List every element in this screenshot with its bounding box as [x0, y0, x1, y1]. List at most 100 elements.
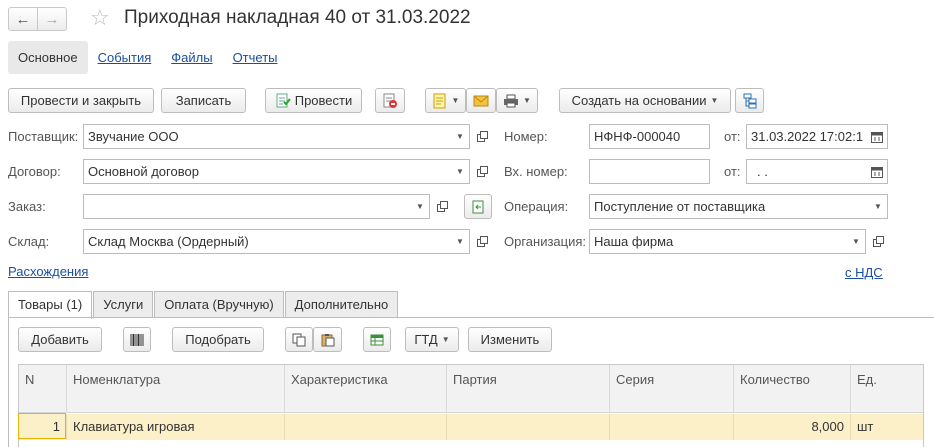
open-window-icon: [476, 131, 488, 142]
forward-button[interactable]: →: [37, 7, 67, 31]
column-header-characteristic[interactable]: Характеристика: [285, 365, 447, 413]
post-button-label: Провести: [294, 93, 353, 108]
post-button[interactable]: Провести: [265, 88, 362, 113]
operation-field[interactable]: Поступление от поставщика: [589, 194, 888, 219]
document-tabs: Товары (1) Услуги Оплата (Вручную) Допол…: [8, 291, 399, 319]
warehouse-dropdown[interactable]: ▼: [450, 229, 470, 254]
table-settings-button[interactable]: [363, 327, 391, 352]
order-open-button[interactable]: [432, 194, 452, 219]
cell-batch[interactable]: [447, 414, 610, 440]
cell-unit[interactable]: шт: [851, 414, 923, 440]
fill-document-icon: [471, 200, 485, 214]
cell-series[interactable]: [610, 414, 734, 440]
chevron-down-icon: ▼: [456, 132, 464, 141]
gtd-button[interactable]: ГТД ▼: [405, 327, 459, 352]
open-window-icon: [436, 201, 448, 212]
chevron-down-icon: ▼: [874, 202, 882, 211]
post-document-icon: [275, 93, 291, 109]
column-header-unit[interactable]: Ед.: [851, 365, 923, 413]
paste-button[interactable]: [313, 327, 342, 352]
change-button[interactable]: Изменить: [468, 327, 552, 352]
copy-button[interactable]: [285, 327, 313, 352]
send-email-button[interactable]: [466, 88, 496, 113]
contract-field[interactable]: Основной договор: [83, 159, 470, 184]
calendar-icon: [871, 166, 883, 178]
tab-payment[interactable]: Оплата (Вручную): [154, 291, 284, 318]
warehouse-field[interactable]: Склад Москва (Ордерный): [83, 229, 470, 254]
create-based-on-button[interactable]: Создать на основании ▼: [559, 88, 731, 113]
back-button[interactable]: ←: [8, 7, 38, 31]
favorite-star-icon[interactable]: ☆: [90, 6, 110, 30]
calendar-icon: [871, 131, 883, 143]
open-window-icon: [476, 166, 488, 177]
barcode-button[interactable]: [123, 327, 151, 352]
column-header-quantity[interactable]: Количество: [734, 365, 851, 413]
document-menu-button[interactable]: ▼: [425, 88, 466, 113]
section-tab-reports[interactable]: Отчеты: [223, 41, 288, 74]
supplier-field[interactable]: Звучание ООО: [83, 124, 470, 149]
organization-dropdown[interactable]: ▼: [846, 229, 866, 254]
table-green-icon: [370, 333, 384, 347]
vat-link[interactable]: с НДС: [845, 265, 883, 280]
order-label: Заказ:: [8, 199, 46, 214]
organization-field[interactable]: Наша фирма: [589, 229, 866, 254]
arrow-right-icon: →: [44, 10, 60, 28]
section-tab-files[interactable]: Файлы: [161, 41, 222, 74]
number-field[interactable]: НФНФ-000040: [589, 124, 710, 149]
table-empty-row: [19, 440, 923, 447]
warehouse-open-button[interactable]: [472, 229, 492, 254]
fill-from-order-button[interactable]: [464, 194, 492, 219]
cell-characteristic[interactable]: [285, 414, 447, 440]
organization-open-button[interactable]: [868, 229, 888, 254]
tab-goods[interactable]: Товары (1): [8, 291, 93, 319]
paste-icon: [321, 333, 335, 347]
tab-additional[interactable]: Дополнительно: [284, 291, 399, 318]
post-and-close-button[interactable]: Провести и закрыть: [8, 88, 154, 113]
cell-item[interactable]: Клавиатура игровая: [67, 414, 285, 440]
save-button[interactable]: Записать: [161, 88, 246, 113]
contract-dropdown[interactable]: ▼: [450, 159, 470, 184]
operation-label: Операция:: [504, 199, 569, 214]
in-number-field[interactable]: [589, 159, 710, 184]
column-header-batch[interactable]: Партия: [447, 365, 610, 413]
chevron-down-icon: ▼: [441, 335, 450, 344]
cell-quantity[interactable]: 8,000: [734, 414, 851, 440]
structure-button[interactable]: [735, 88, 764, 113]
create-based-on-label: Создать на основании: [571, 93, 707, 108]
table-header: N Номенклатура Характеристика Партия Сер…: [19, 365, 923, 413]
add-row-button[interactable]: Добавить: [18, 327, 102, 352]
operation-dropdown[interactable]: ▼: [868, 194, 888, 219]
cell-n[interactable]: 1: [19, 414, 67, 440]
section-tab-events[interactable]: События: [88, 41, 162, 74]
table-row[interactable]: 1 Клавиатура игровая 8,000 шт: [19, 414, 923, 440]
unpost-document-icon: [382, 93, 398, 109]
print-button[interactable]: ▼: [496, 88, 538, 113]
pick-button[interactable]: Подобрать: [172, 327, 264, 352]
supplier-label: Поставщик:: [8, 129, 79, 144]
unpost-button[interactable]: [375, 88, 405, 113]
date-calendar-button[interactable]: [867, 124, 887, 149]
open-window-icon: [476, 236, 488, 247]
chevron-down-icon: ▼: [456, 237, 464, 246]
column-header-item[interactable]: Номенклатура: [67, 365, 285, 413]
open-window-icon: [872, 236, 884, 247]
chevron-down-icon: ▼: [852, 237, 860, 246]
barcode-icon: [130, 333, 144, 346]
column-header-n[interactable]: N: [19, 365, 67, 413]
warehouse-label: Склад:: [8, 234, 50, 249]
discrepancies-link[interactable]: Расхождения: [8, 264, 88, 279]
copy-icon: [292, 333, 306, 347]
supplier-dropdown[interactable]: ▼: [450, 124, 470, 149]
contract-open-button[interactable]: [472, 159, 492, 184]
window-title: Приходная накладная 40 от 31.03.2022: [124, 7, 471, 28]
column-header-series[interactable]: Серия: [610, 365, 734, 413]
section-tab-main[interactable]: Основное: [8, 41, 88, 74]
section-tabs: Основное События Файлы Отчеты: [8, 41, 288, 74]
in-date-calendar-button[interactable]: [867, 159, 887, 184]
order-field[interactable]: [83, 194, 430, 219]
arrow-left-icon: ←: [15, 10, 31, 28]
order-dropdown[interactable]: ▼: [410, 194, 430, 219]
contract-label: Договор:: [8, 164, 61, 179]
supplier-open-button[interactable]: [472, 124, 492, 149]
tab-services[interactable]: Услуги: [93, 291, 154, 318]
